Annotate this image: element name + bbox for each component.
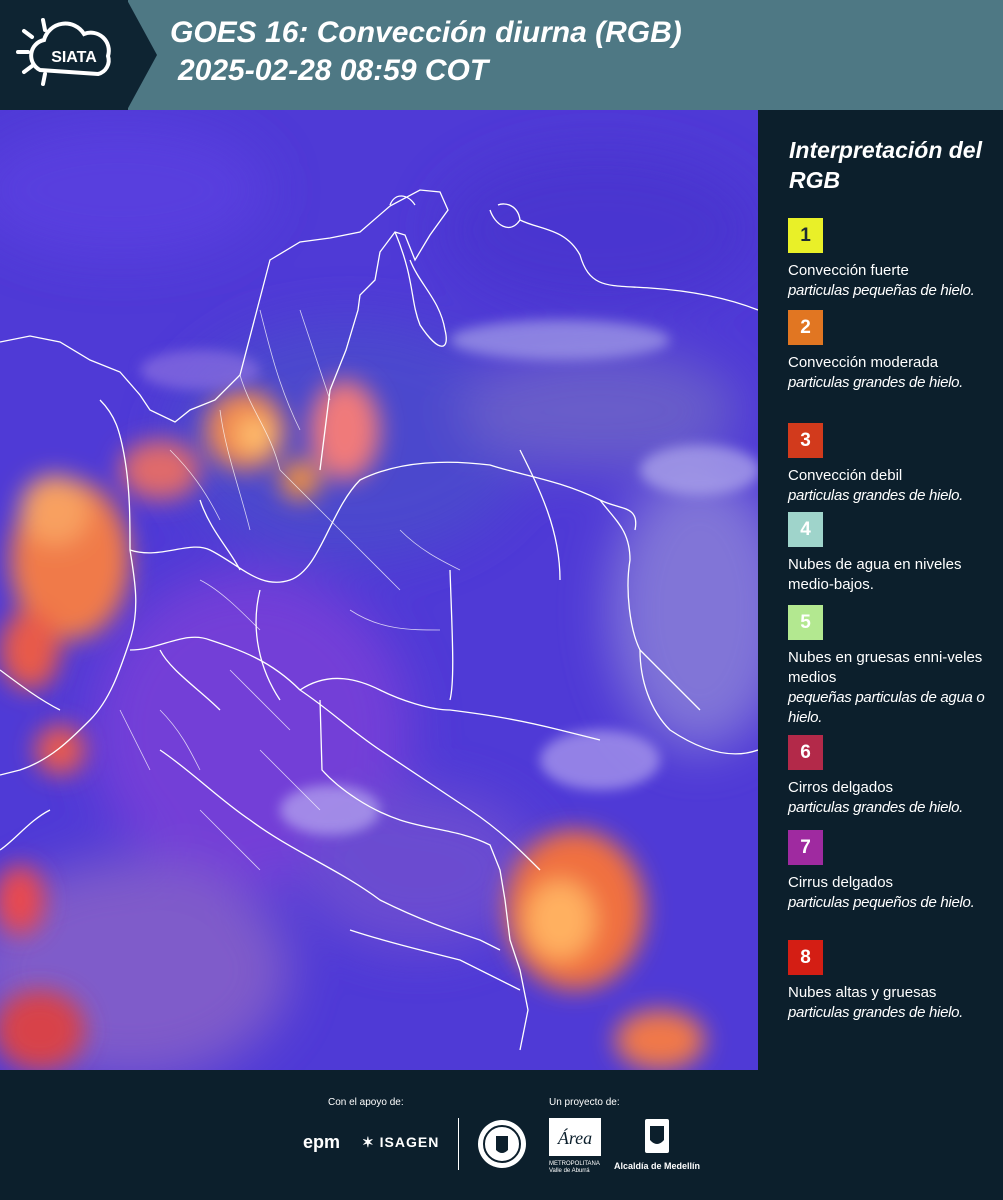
isagen-star-icon: ✶ [362, 1134, 375, 1150]
satellite-image [0, 110, 758, 1070]
legend-swatch: 6 [788, 735, 823, 770]
legend-item-subtitle: particulas grandes de hielo. [788, 799, 964, 816]
legend-item-1: 1 Convección fuerte particulas pequeñas … [788, 218, 993, 301]
title-line-1: GOES 16: Convección diurna (RGB) [170, 16, 682, 49]
title-line-2: 2025-02-28 08:59 COT [178, 54, 489, 87]
alcaldia-logo-text: Alcaldía de Medellín [613, 1161, 701, 1171]
footer-divider [458, 1118, 459, 1170]
page-title: GOES 16: Convección diurna (RGB) 2025-02… [170, 14, 682, 90]
legend-swatch: 4 [788, 512, 823, 547]
legend-item-title: Nubes de agua en niveles medio-bajos. [788, 556, 962, 593]
area-logo-mark: Área [549, 1118, 601, 1156]
isagen-logo-text: ISAGEN [379, 1134, 440, 1150]
legend-item-subtitle: particulas grandes de hielo. [788, 1004, 964, 1021]
legend-item-subtitle: particulas grandes de hielo. [788, 487, 964, 504]
legend-item-title: Convección fuerte [788, 262, 909, 279]
satellite-map[interactable] [0, 110, 758, 1070]
legend-item-2: 2 Convección moderada particulas grandes… [788, 310, 993, 393]
footer-bar: Con el apoyo de: Un proyecto de: epm ✶ I… [0, 1070, 1003, 1200]
legend-item-subtitle: pequeñas particulas de agua o hielo. [788, 689, 985, 726]
legend-item-title: Cirros delgados [788, 779, 894, 796]
header-bar: SIATA GOES 16: Convección diurna (RGB) 2… [0, 0, 1003, 110]
area-metropolitana-logo[interactable]: Área METROPOLITANA Valle de Aburrá [549, 1118, 601, 1174]
legend-item-8: 8 Nubes altas y gruesas particulas grand… [788, 940, 993, 1023]
epm-logo[interactable]: epm [303, 1132, 340, 1153]
alcaldia-medellin-logo[interactable]: Alcaldía de Medellín [612, 1118, 702, 1171]
legend-item-3: 3 Convección debil particulas grandes de… [788, 423, 993, 506]
legend-item-title: Cirrus delgados [788, 874, 894, 891]
legend-title: Interpretación del RGB [789, 137, 982, 193]
legend-item-title: Nubes en gruesas enni-veles medios [788, 649, 983, 686]
legend-panel: Interpretación del RGB 1 Convección fuer… [758, 110, 1003, 1070]
legend-swatch: 5 [788, 605, 823, 640]
legend-item-6: 6 Cirros delgados particulas grandes de … [788, 735, 993, 818]
area-logo-caption: METROPOLITANA Valle de Aburrá [549, 1161, 600, 1174]
legend-item-4: 4 Nubes de agua en niveles medio-bajos. [788, 512, 993, 595]
legend-item-subtitle: particulas pequeñas de hielo. [788, 282, 975, 299]
legend-item-5: 5 Nubes en gruesas enni-veles medios peq… [788, 605, 993, 728]
epm-logo-text: epm [303, 1132, 341, 1152]
medellin-seal-icon[interactable] [477, 1118, 527, 1170]
legend-item-title: Convección debil [788, 467, 903, 484]
area-logo-text: Área [557, 1127, 592, 1148]
siata-logo[interactable]: SIATA [0, 0, 128, 110]
legend-swatch: 3 [788, 423, 823, 458]
logo-text: SIATA [51, 49, 97, 66]
sun-cloud-icon: SIATA [16, 18, 111, 86]
legend-item-subtitle: particulas pequeños de hielo. [788, 894, 975, 911]
logo-arrow [127, 0, 157, 110]
legend-item-subtitle: particulas grandes de hielo. [788, 374, 964, 391]
alcaldia-shield-icon [645, 1119, 669, 1153]
legend-swatch: 1 [788, 218, 823, 253]
project-label: Un proyecto de: [549, 1097, 620, 1108]
legend-swatch: 2 [788, 310, 823, 345]
isagen-logo[interactable]: ✶ ISAGEN [362, 1134, 439, 1151]
legend-swatch: 8 [788, 940, 823, 975]
legend-item-7: 7 Cirrus delgados particulas pequeños de… [788, 830, 993, 913]
legend-swatch: 7 [788, 830, 823, 865]
support-label: Con el apoyo de: [328, 1097, 404, 1108]
legend-item-title: Nubes altas y gruesas [788, 984, 937, 1001]
legend-item-title: Convección moderada [788, 354, 939, 371]
